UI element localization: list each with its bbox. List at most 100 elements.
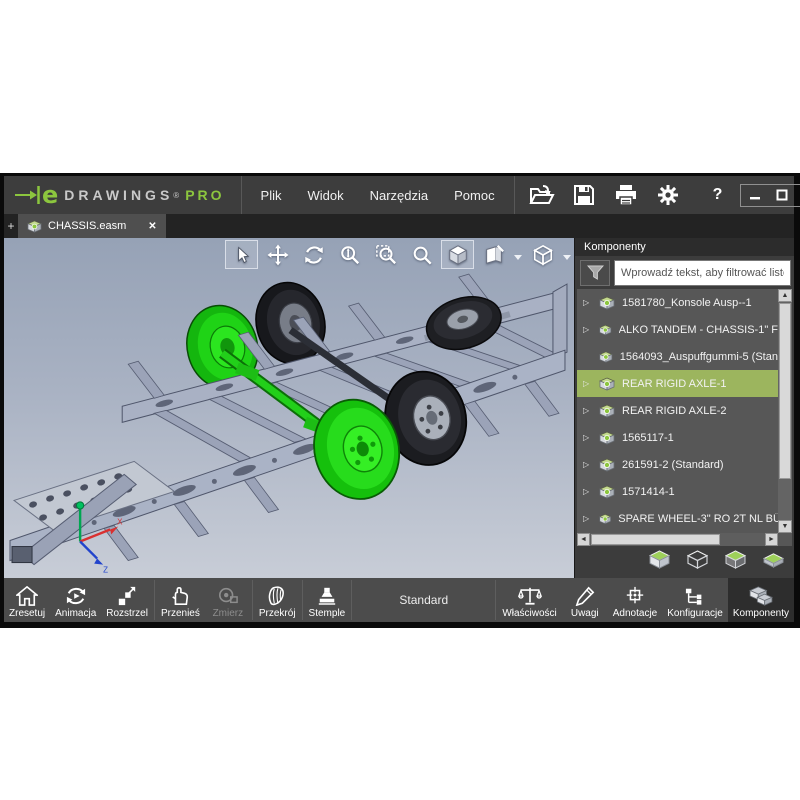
- assembly-doc-icon: [27, 220, 42, 233]
- chevron-down-icon: [563, 255, 571, 260]
- component-name: 261591-2 (Standard): [622, 459, 724, 471]
- pan-tool-button[interactable]: [261, 240, 294, 269]
- transparent-component-button[interactable]: [725, 550, 746, 574]
- wireframe-view-button[interactable]: [526, 240, 559, 269]
- isolate-component-button[interactable]: [763, 550, 784, 574]
- rear-crossmember: [553, 284, 567, 358]
- zoom-area-tool-button[interactable]: [369, 240, 402, 269]
- gear-icon: [656, 183, 680, 207]
- vertical-scroll-thumb[interactable]: [779, 303, 791, 479]
- print-button[interactable]: [609, 180, 643, 210]
- markup-view-button[interactable]: [477, 240, 510, 269]
- component-tree-item[interactable]: ▷ SPARE WHEEL-3" RO 2T NL BÜRSTNER: [577, 505, 778, 532]
- section-button[interactable]: Przekrój: [254, 578, 301, 622]
- wireframe-view-dropdown[interactable]: [562, 240, 572, 269]
- help-button[interactable]: ?: [695, 186, 741, 204]
- explode-button[interactable]: Rozstrzel: [101, 578, 153, 622]
- menu-narzedzia[interactable]: Narzędzia: [357, 188, 442, 203]
- zoom-tool-button[interactable]: [405, 240, 438, 269]
- expand-chevron-icon[interactable]: ▷: [583, 460, 592, 469]
- scroll-left-button[interactable]: ◄: [577, 533, 590, 546]
- component-name: 1581780_Konsole Ausp--1: [622, 297, 752, 309]
- explode-icon: [116, 586, 138, 606]
- horizontal-scroll-thumb[interactable]: [591, 534, 720, 545]
- assembly-icon: [599, 431, 615, 445]
- menu-plik[interactable]: Plik: [248, 188, 295, 203]
- reset-button[interactable]: Zresetuj: [4, 578, 50, 622]
- new-tab-button[interactable]: +: [4, 214, 18, 238]
- expand-chevron-icon[interactable]: ▷: [583, 379, 592, 388]
- config-tree-icon: [684, 586, 706, 606]
- expand-chevron-icon[interactable]: ▷: [583, 298, 592, 307]
- markup-pages-icon: [483, 244, 505, 266]
- component-tree-item[interactable]: ▷ 1564093_Auspuffgummi-5 (Standard): [577, 343, 778, 370]
- rotate-tool-button[interactable]: [297, 240, 330, 269]
- component-name: REAR RIGID AXLE-2: [622, 405, 727, 417]
- hide-component-icon: [687, 550, 708, 569]
- expand-chevron-icon[interactable]: ▷: [583, 433, 592, 442]
- expand-chevron-icon[interactable]: ▷: [583, 325, 592, 334]
- tab-close-button[interactable]: ✕: [148, 221, 156, 232]
- viewport-3d[interactable]: X Z: [4, 238, 574, 578]
- filter-button[interactable]: [580, 260, 610, 286]
- minimize-button[interactable]: [741, 185, 768, 206]
- vertical-scrollbar[interactable]: ▲ ▼: [778, 289, 792, 533]
- maximize-icon: [776, 189, 788, 201]
- chassis-3d-model: X Z: [4, 238, 574, 578]
- components-button[interactable]: Komponenty: [728, 578, 794, 622]
- expand-chevron-icon[interactable]: ▷: [583, 514, 592, 523]
- menu-widok[interactable]: Widok: [294, 188, 356, 203]
- configurations-button[interactable]: Konfiguracje: [662, 578, 728, 622]
- component-name: REAR RIGID AXLE-1: [622, 378, 727, 390]
- component-tree-item[interactable]: ▷ ALKO TANDEM - CHASSIS-1" FPC 3T N: [577, 316, 778, 343]
- logo-e: e: [42, 181, 58, 209]
- spare-wheel: [420, 289, 507, 358]
- select-tool-button[interactable]: [225, 240, 258, 269]
- settings-button[interactable]: [651, 180, 685, 210]
- tab-chassis[interactable]: CHASSIS.easm ✕: [18, 214, 166, 238]
- scroll-right-button[interactable]: ►: [765, 533, 778, 546]
- open-button[interactable]: [525, 180, 559, 210]
- zoom-icon: [411, 244, 433, 266]
- annotations-button[interactable]: Adnotacje: [608, 578, 662, 622]
- zoom-fit-tool-button[interactable]: [333, 240, 366, 269]
- component-list: ▷ 1581780_Konsole Ausp--1 ▷ ALKO TANDEM …: [577, 289, 778, 533]
- expand-chevron-icon[interactable]: ▷: [583, 487, 592, 496]
- component-tree-item[interactable]: ▷ 1565117-1: [577, 424, 778, 451]
- configuration-selector[interactable]: Standard: [353, 578, 494, 622]
- measure-button[interactable]: Zmierz: [205, 578, 251, 622]
- select-cursor-icon: [232, 245, 252, 265]
- assembly-icon: [599, 350, 613, 364]
- assembly-icon: [599, 296, 615, 310]
- horizontal-scrollbar[interactable]: ◄ ►: [577, 533, 778, 546]
- isolate-component-icon: [763, 550, 784, 569]
- properties-button[interactable]: Właściwości: [497, 578, 561, 622]
- scroll-up-button[interactable]: ▲: [778, 289, 792, 302]
- stamps-button[interactable]: Stemple: [304, 578, 351, 622]
- hide-component-button[interactable]: [687, 550, 708, 574]
- pan-icon: [267, 244, 289, 266]
- animation-button[interactable]: Animacja: [50, 578, 101, 622]
- shaded-view-button[interactable]: [441, 240, 474, 269]
- assembly-icon: [599, 485, 615, 499]
- menu-pomoc[interactable]: Pomoc: [441, 188, 507, 203]
- component-tree-item[interactable]: ▷ 261591-2 (Standard): [577, 451, 778, 478]
- expand-chevron-icon[interactable]: ▷: [583, 406, 592, 415]
- save-button[interactable]: [567, 180, 601, 210]
- component-tree-item[interactable]: ▷ REAR RIGID AXLE-2: [577, 397, 778, 424]
- comments-button[interactable]: Uwagi: [562, 578, 608, 622]
- scroll-down-button[interactable]: ▼: [778, 520, 792, 533]
- filter-input[interactable]: [614, 260, 791, 286]
- maximize-button[interactable]: [768, 185, 795, 206]
- assembly-icon: [599, 377, 615, 391]
- move-button[interactable]: Przenieś: [156, 578, 205, 622]
- component-tree-item[interactable]: ▷ 1581780_Konsole Ausp--1: [577, 289, 778, 316]
- logo-registered-mark: ®: [173, 191, 179, 200]
- component-tree-item[interactable]: ▷ REAR RIGID AXLE-1: [577, 370, 778, 397]
- markup-view-dropdown[interactable]: [513, 240, 523, 269]
- assembly-icon: [599, 404, 615, 418]
- component-tree-item[interactable]: ▷ 1571414-1: [577, 478, 778, 505]
- open-folder-icon: [529, 184, 555, 206]
- show-component-button[interactable]: [649, 550, 670, 574]
- close-button[interactable]: [795, 185, 800, 206]
